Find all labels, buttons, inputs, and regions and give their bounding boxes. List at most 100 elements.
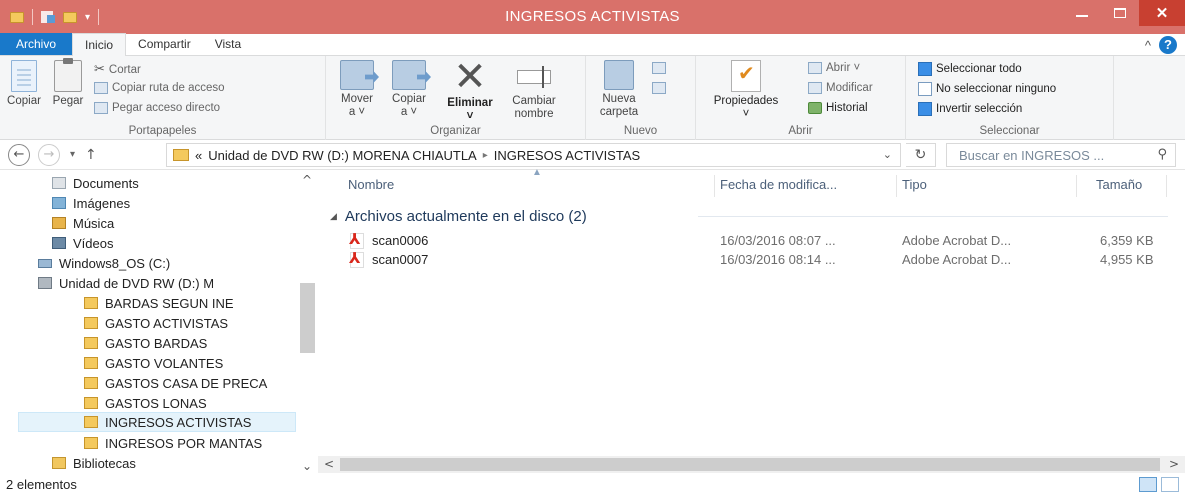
paste-shortcut-button[interactable]: Pegar acceso directo	[94, 102, 220, 114]
horizontal-scrollbar[interactable]: < >	[318, 456, 1185, 473]
chevron-down-icon[interactable]: ⌄	[883, 148, 892, 161]
column-separator[interactable]	[1166, 175, 1167, 197]
scroll-down-icon[interactable]: ⌄	[302, 459, 312, 473]
details-view-button[interactable]	[1139, 477, 1157, 492]
refresh-button[interactable]: ↻	[906, 143, 936, 167]
file-type: Adobe Acrobat D...	[902, 252, 1012, 267]
breadcrumb-folder[interactable]: INGRESOS ACTIVISTAS	[494, 148, 640, 163]
history-button[interactable]: Historial	[808, 102, 868, 114]
nav-item-videos[interactable]: Vídeos	[52, 233, 113, 253]
nav-label: GASTOS LONAS	[105, 395, 207, 411]
search-icon[interactable]: ⚲	[1157, 147, 1167, 162]
scroll-thumb[interactable]	[300, 283, 315, 353]
copy-to-button[interactable]: Copiar a ˅	[386, 60, 432, 119]
invert-selection-button[interactable]: Invertir selección	[918, 102, 1022, 116]
properties-button[interactable]: Propiedades ˅	[706, 60, 786, 121]
column-header-tipo[interactable]: Tipo	[902, 171, 927, 199]
nav-item-gastos-casa[interactable]: GASTOS CASA DE PRECA	[84, 373, 267, 393]
tab-compartir[interactable]: Compartir	[126, 33, 203, 55]
nav-item-ingresos-activistas[interactable]: INGRESOS ACTIVISTAS	[18, 412, 296, 432]
breadcrumb-separator[interactable]: ▸	[483, 150, 488, 161]
new-item-button[interactable]	[652, 62, 666, 74]
column-separator[interactable]	[896, 175, 897, 197]
search-input[interactable]: Buscar en INGRESOS ... ⚲	[946, 143, 1176, 167]
nav-item-imagenes[interactable]: Imágenes	[52, 193, 130, 213]
paste-button[interactable]: Pegar	[48, 58, 88, 108]
back-button[interactable]: ←	[8, 143, 30, 166]
rename-icon	[517, 66, 551, 88]
rename-button[interactable]: Cambiar nombre	[506, 60, 562, 121]
column-header-tamano[interactable]: Tamaño	[1096, 171, 1142, 199]
new-folder-button[interactable]: Nueva carpeta	[594, 60, 644, 119]
nav-item-gastos-lonas[interactable]: GASTOS LONAS	[84, 393, 207, 413]
maximize-button[interactable]	[1101, 0, 1139, 26]
nav-scrollbar[interactable]: ^ ⌄	[298, 171, 317, 473]
column-header-fecha[interactable]: Fecha de modifica...	[720, 171, 837, 199]
collapse-ribbon-icon[interactable]: ^	[1145, 38, 1151, 53]
nav-item-documents[interactable]: Documents	[52, 173, 139, 193]
column-header-nombre[interactable]: Nombre	[348, 171, 394, 199]
address-bar[interactable]: « Unidad de DVD RW (D:) MORENA CHIAUTLA …	[166, 143, 901, 167]
properties-icon[interactable]	[41, 11, 55, 23]
move-to-label: Mover	[341, 93, 373, 105]
group-abrir: Propiedades ˅ Abrir ˅ Modificar Historia…	[696, 56, 906, 140]
edit-button[interactable]: Modificar	[808, 82, 873, 94]
view-toggle	[1139, 477, 1179, 492]
scroll-left-icon[interactable]: <	[324, 457, 334, 471]
file-row[interactable]: scan0006 16/03/2016 08:07 ... Adobe Acro…	[348, 230, 1178, 251]
properties-label: Propiedades	[713, 95, 779, 107]
close-button[interactable]: ✕	[1139, 0, 1185, 26]
group-header[interactable]: ◢ Archivos actualmente en el disco (2)	[330, 205, 587, 227]
nav-item-gasto-volantes[interactable]: GASTO VOLANTES	[84, 353, 223, 373]
copy-label: Copiar	[7, 95, 41, 107]
new-folder-icon	[604, 60, 634, 90]
minimize-button[interactable]	[1063, 0, 1101, 26]
scroll-right-icon[interactable]: >	[1169, 457, 1179, 471]
tab-archivo[interactable]: Archivo	[0, 33, 73, 55]
nav-item-bibliotecas[interactable]: Bibliotecas	[52, 453, 136, 473]
recent-locations-icon[interactable]: ▾	[70, 149, 75, 160]
large-icons-view-button[interactable]	[1161, 477, 1179, 492]
column-separator[interactable]	[1076, 175, 1077, 197]
folder-icon[interactable]	[10, 11, 24, 23]
customize-dropdown-icon[interactable]: ▾	[85, 12, 90, 23]
open-button[interactable]: Abrir ˅	[808, 62, 860, 74]
nav-item-gasto-activistas[interactable]: GASTO ACTIVISTAS	[84, 313, 228, 333]
up-arrow-icon[interactable]: ↑	[85, 147, 97, 163]
tab-vista[interactable]: Vista	[203, 33, 253, 55]
rename-label: Cambiar	[512, 95, 556, 107]
nav-item-ingresos-por-mantas[interactable]: INGRESOS POR MANTAS	[84, 433, 262, 453]
address-overflow[interactable]: «	[195, 148, 202, 163]
nav-item-bardas-segun-ine[interactable]: BARDAS SEGUN INE	[84, 293, 234, 313]
nav-item-gasto-bardas[interactable]: GASTO BARDAS	[84, 333, 207, 353]
navigation-pane: Documents Imágenes Música Vídeos Windows…	[0, 171, 317, 473]
copy-path-button[interactable]: Copiar ruta de acceso	[94, 82, 225, 94]
new-folder-icon[interactable]	[63, 11, 77, 23]
nav-label: GASTOS CASA DE PRECA	[105, 375, 268, 391]
help-icon[interactable]: ?	[1159, 36, 1177, 54]
open-icon	[808, 62, 822, 74]
move-to-button[interactable]: Mover a ˅	[334, 60, 380, 119]
copy-button[interactable]: Copiar	[4, 60, 44, 108]
select-none-button[interactable]: No seleccionar ninguno	[918, 82, 1056, 96]
nav-label: INGRESOS POR MANTAS	[105, 435, 263, 451]
easy-access-button[interactable]	[652, 82, 666, 94]
nav-item-dvd-drive[interactable]: Unidad de DVD RW (D:) M	[38, 273, 214, 293]
file-row[interactable]: scan0007 16/03/2016 08:14 ... Adobe Acro…	[348, 249, 1178, 270]
file-size: 4,955 KB	[1100, 252, 1154, 267]
item-count: 2 elementos	[6, 477, 77, 492]
nav-item-windows8-os[interactable]: Windows8_OS (C:)	[38, 253, 170, 273]
select-all-button[interactable]: Seleccionar todo	[918, 62, 1022, 76]
scroll-up-icon[interactable]: ^	[302, 173, 312, 187]
tab-inicio[interactable]: Inicio	[72, 33, 127, 56]
collapse-group-icon[interactable]: ◢	[330, 211, 337, 222]
breadcrumb-drive[interactable]: Unidad de DVD RW (D:) MORENA CHIAUTLA	[208, 148, 477, 163]
cut-button[interactable]: ✂ Cortar	[94, 62, 141, 77]
search-placeholder: Buscar en INGRESOS ...	[959, 147, 1105, 163]
delete-button[interactable]: ✕ Eliminar ˅	[440, 57, 500, 123]
nav-item-musica[interactable]: Música	[52, 213, 114, 233]
column-separator[interactable]	[714, 175, 715, 197]
file-size: 6,359 KB	[1100, 233, 1154, 248]
scroll-thumb[interactable]	[340, 458, 1160, 471]
forward-button[interactable]: →	[38, 143, 60, 166]
